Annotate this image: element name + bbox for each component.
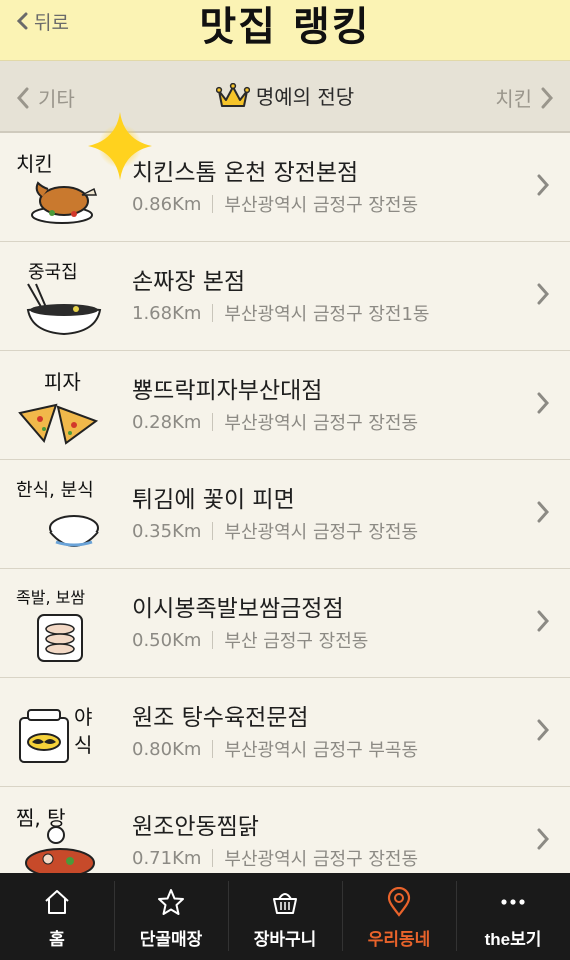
- bottom-tab-bar: 홈 단골매장 장바구니 우리동네 the보기: [0, 873, 570, 960]
- divider: [212, 195, 214, 213]
- tab-neighborhood[interactable]: 우리동네: [342, 873, 456, 960]
- pizza-icon: 피자: [18, 370, 99, 445]
- restaurant-meta: 0.28Km 부산광역시 금정구 장전동: [132, 409, 418, 435]
- divider: [212, 849, 214, 867]
- noodle-bowl-icon: 중국집: [26, 262, 102, 336]
- list-item[interactable]: 피자 뿅뜨락피자부산대점 0.28Km 부산광역시 금정구 장전동: [0, 351, 570, 460]
- restaurant-list: 치킨 치킨스톰 온천 장전본점 0.86Km 부산광역시 금정구 장전동 중국집…: [0, 133, 570, 896]
- stew-pot-icon: 찜, 탕: [16, 806, 95, 878]
- chevron-right-icon: [537, 283, 550, 305]
- restaurant-name: 치킨스톰 온천 장전본점: [132, 160, 359, 186]
- address: 부산광역시 금정구 장전동: [224, 195, 419, 216]
- tab-label: 장바구니: [253, 930, 317, 949]
- list-item[interactable]: 족발, 보쌈 이시봉족발보쌈금정점 0.50Km 부산 금정구 장전동: [0, 569, 570, 678]
- chevron-right-icon: [537, 392, 550, 414]
- restaurant-meta: 1.68Km 부산광역시 금정구 장전1동: [132, 300, 429, 326]
- home-icon: [45, 890, 69, 914]
- category-next-button[interactable]: 치킨: [495, 83, 554, 112]
- distance: 0.28Km: [132, 411, 202, 433]
- tab-label: 우리동네: [367, 930, 431, 949]
- sparkle-icon: [88, 112, 152, 180]
- tab-more[interactable]: the보기: [456, 873, 570, 960]
- star-icon: [158, 889, 184, 915]
- svg-text:족발, 보쌈: 족발, 보쌈: [16, 588, 85, 607]
- app-header: 뒤로 맛집 랭킹: [0, 0, 570, 61]
- list-item[interactable]: 야 식 원조 탕수육전문점 0.80Km 부산광역시 금정구 부곡동: [0, 678, 570, 787]
- more-dots-icon: [501, 899, 525, 905]
- restaurant-name: 원조안동찜닭: [132, 814, 259, 840]
- tab-label: 단골매장: [139, 930, 203, 949]
- list-item[interactable]: 중국집 손짜장 본점 1.68Km 부산광역시 금정구 장전1동: [0, 242, 570, 351]
- jokbal-plate-icon: 족발, 보쌈: [16, 588, 85, 662]
- chevron-right-icon: [537, 828, 550, 850]
- tab-basket[interactable]: 장바구니: [228, 873, 342, 960]
- divider: [212, 631, 214, 649]
- tab-favorites[interactable]: 단골매장: [114, 873, 228, 960]
- chevron-right-icon: [537, 719, 550, 741]
- tab-label: the보기: [484, 930, 542, 949]
- basket-icon: [273, 893, 297, 914]
- location-pin-icon: [387, 887, 411, 917]
- svg-text:치킨: 치킨: [16, 152, 53, 176]
- divider: [212, 304, 214, 322]
- address: 부산광역시 금정구 장전동: [224, 522, 419, 543]
- svg-text:중국집: 중국집: [28, 262, 78, 283]
- address: 부산광역시 금정구 부곡동: [224, 740, 419, 761]
- distance: 0.50Km: [132, 629, 202, 651]
- page-title: 맛집 랭킹: [199, 4, 371, 50]
- distance: 0.71Km: [132, 847, 202, 869]
- restaurant-meta: 0.35Km 부산광역시 금정구 장전동: [132, 518, 418, 544]
- restaurant-meta: 0.50Km 부산 금정구 장전동: [132, 627, 368, 653]
- restaurant-meta: 0.71Km 부산광역시 금정구 장전동: [132, 845, 418, 871]
- distance: 0.80Km: [132, 738, 202, 760]
- restaurant-name: 이시봉족발보쌈금정점: [132, 596, 344, 622]
- restaurant-name: 손짜장 본점: [132, 269, 246, 295]
- restaurant-meta: 0.86Km 부산광역시 금정구 장전동: [132, 191, 418, 217]
- address: 부산광역시 금정구 장전동: [224, 413, 419, 434]
- tab-home[interactable]: 홈: [0, 873, 114, 960]
- distance: 0.35Km: [132, 520, 202, 542]
- list-item[interactable]: 한식, 분식 튀김에 꽃이 피면 0.35Km 부산광역시 금정구 장전동: [0, 460, 570, 569]
- distance: 0.86Km: [132, 193, 202, 215]
- divider: [212, 740, 214, 758]
- svg-text:한식, 분식: 한식, 분식: [16, 480, 94, 501]
- address: 부산광역시 금정구 장전1동: [224, 304, 430, 325]
- chevron-right-icon: [537, 610, 550, 632]
- chevron-right-icon: [537, 174, 550, 196]
- category-next-label: 치킨: [495, 87, 532, 111]
- restaurant-name: 원조 탕수육전문점: [132, 705, 309, 731]
- svg-text:피자: 피자: [44, 370, 81, 394]
- svg-text:식: 식: [74, 733, 92, 757]
- chevron-right-icon: [541, 87, 554, 108]
- restaurant-meta: 0.80Km 부산광역시 금정구 부곡동: [132, 736, 418, 762]
- divider: [212, 522, 214, 540]
- late-night-box-icon: 야 식: [19, 705, 92, 763]
- crown-icon: [215, 82, 250, 107]
- restaurant-name: 튀김에 꽃이 피면: [132, 487, 295, 513]
- restaurant-name: 뿅뜨락피자부산대점: [132, 378, 323, 404]
- address: 부산광역시 금정구 장전동: [224, 849, 419, 870]
- category-current: 명예의 전당: [0, 81, 570, 110]
- svg-text:야: 야: [74, 705, 92, 729]
- distance: 1.68Km: [132, 302, 202, 324]
- category-current-label: 명예의 전당: [255, 85, 355, 109]
- rice-bowl-icon: 한식, 분식: [16, 480, 99, 547]
- tab-label: 홈: [49, 930, 65, 949]
- address: 부산 금정구 장전동: [224, 631, 369, 652]
- divider: [212, 413, 214, 431]
- chevron-right-icon: [537, 501, 550, 523]
